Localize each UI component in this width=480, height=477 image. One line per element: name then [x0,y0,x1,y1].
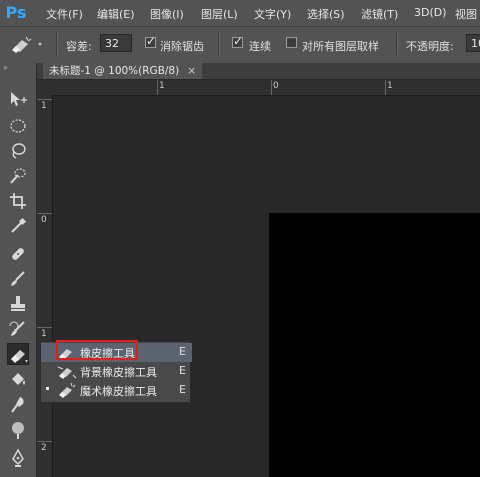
healing-brush-icon[interactable] [7,243,29,265]
flyout-item-eraser[interactable]: 橡皮擦工具 E [41,343,192,362]
document-tab-bar: 未标题-1 @ 100%(RGB/8) × [37,63,480,79]
ruler-tick [37,441,52,442]
tools-panel: » [0,63,37,477]
dodge-icon[interactable] [7,419,29,441]
clone-stamp-icon[interactable] [7,293,29,315]
options-separator [218,33,220,55]
opacity-input[interactable]: 10 [466,34,480,52]
eraser-icon [59,349,72,360]
menu-bar: Ps 文件(F) 编辑(E) 图像(I) 图层(L) 文字(Y) 选择(S) 滤… [0,0,480,26]
contiguous-label: 连续 [249,40,271,53]
menu-filter[interactable]: 滤镜(T) [361,6,398,22]
flyout-item-background-eraser[interactable]: 背景橡皮擦工具 E [41,362,192,381]
ruler-tick [157,80,158,95]
ruler-label: 0 [273,81,279,91]
flyout-item-label: 橡皮擦工具 [80,347,135,360]
ruler-label: 1 [41,101,47,111]
eyedropper-icon[interactable] [7,215,29,237]
collapse-arrows-icon[interactable]: » [3,63,33,73]
eraser-tools-flyout: 橡皮擦工具 E 背景橡皮擦工具 E 魔术橡皮擦工具 E [40,341,192,403]
active-tool-bullet [46,387,49,390]
eraser-tool-icon[interactable] [7,343,29,365]
vertical-ruler[interactable]: 1 0 1 2 [37,95,53,477]
sample-all-layers-label: 对所有图层取样 [302,40,379,53]
ruler-tick [37,213,52,214]
close-tab-icon[interactable]: × [187,65,196,77]
paint-bucket-icon[interactable] [7,369,29,391]
antialias-label: 消除锯齿 [160,40,204,53]
flyout-item-shortcut: E [179,364,186,377]
ruler-label: 1 [159,81,165,91]
history-brush-icon[interactable] [7,318,29,340]
ruler-tick [37,327,52,328]
ruler-label: 0 [41,215,47,225]
flyout-item-label: 背景橡皮擦工具 [80,366,157,379]
document-tab-title: 未标题-1 @ 100%(RGB/8) [49,65,180,77]
brush-icon[interactable] [7,268,29,290]
ruler-tick [385,80,386,95]
options-separator [56,33,58,55]
sample-all-layers-checkbox[interactable] [286,37,297,48]
menu-file[interactable]: 文件(F) [46,6,83,22]
tolerance-label: 容差: [66,40,92,53]
menu-layer[interactable]: 图层(L) [201,6,238,22]
photoshop-logo: Ps [5,3,27,22]
smudge-icon[interactable] [7,394,29,416]
document-canvas[interactable] [269,213,480,477]
ruler-tick [37,99,52,100]
tool-preset-picker[interactable] [6,34,46,54]
menu-type[interactable]: 文字(Y) [254,6,291,22]
quick-selection-icon[interactable] [7,165,29,187]
menu-image[interactable]: 图像(I) [150,6,184,22]
menu-view[interactable]: 视图 [455,6,477,22]
ruler-label: 1 [387,81,393,91]
flyout-item-shortcut: E [179,383,186,396]
ruler-label: 2 [41,443,47,453]
flyout-item-label: 魔术橡皮擦工具 [80,385,157,398]
magic-eraser-icon [12,36,42,53]
contiguous-checkbox[interactable] [232,34,243,48]
background-eraser-icon [57,366,77,379]
magic-eraser-icon [59,382,76,398]
ruler-label: 1 [41,329,47,339]
opacity-label: 不透明度: [406,40,454,53]
menu-edit[interactable]: 编辑(E) [97,6,135,22]
elliptical-marquee-icon[interactable] [7,115,29,137]
ruler-tick [271,80,272,95]
flyout-item-magic-eraser[interactable]: 魔术橡皮擦工具 E [41,381,192,400]
move-tool-icon[interactable] [7,89,29,111]
pen-icon[interactable] [7,447,29,469]
tolerance-input[interactable]: 32 [100,34,132,52]
menu-3d[interactable]: 3D(D) [414,6,447,19]
flyout-item-shortcut: E [179,345,186,358]
crop-icon[interactable] [7,190,29,212]
horizontal-ruler[interactable]: 1 0 1 [37,80,480,96]
lasso-icon[interactable] [7,140,29,162]
menu-select[interactable]: 选择(S) [307,6,345,22]
options-bar: 容差: 32 消除锯齿 连续 对所有图层取样 不透明度: 10 [0,26,480,64]
antialias-checkbox[interactable] [145,34,156,48]
document-tab[interactable]: 未标题-1 @ 100%(RGB/8) × [43,63,203,79]
options-separator [396,33,398,55]
